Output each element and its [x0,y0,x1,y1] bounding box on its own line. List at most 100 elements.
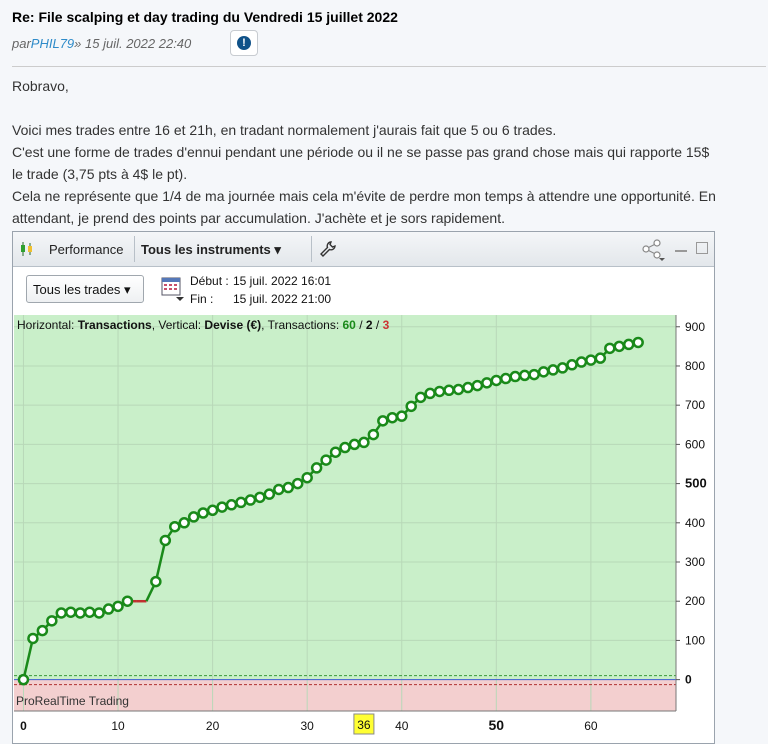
data-point [102,603,115,615]
data-point [462,381,474,394]
data-point [320,454,332,466]
data-point [282,481,295,494]
data-point [518,369,531,382]
data-point [414,391,427,404]
x-tick-label: 50 [489,717,505,733]
y-tick-label: 400 [685,516,705,530]
divider [12,66,766,67]
data-point [348,438,361,451]
brand-label: ProRealTime Trading [16,694,129,708]
toolbar-separator [311,236,312,262]
x-tick-label: 0 [20,719,27,733]
post-byline: par PHIL79 » 15 juil. 2022 22:40 [12,36,191,51]
start-label: Début : [190,274,229,288]
legend-total: 60 [342,318,356,332]
data-point [613,340,626,353]
calendar-icon[interactable] [161,275,185,301]
data-point [405,400,417,413]
legend-text: Horizontal: [17,318,78,332]
start-date: 15 juil. 2022 16:01 [233,274,332,288]
data-point [310,462,323,474]
x-tick-label: 10 [111,719,125,733]
legend-h-axis: Transactions [77,318,152,332]
data-point [377,415,389,427]
data-point [452,383,465,396]
data-point [254,491,266,504]
data-point [187,511,200,523]
data-point [273,483,285,496]
candlestick-icon [21,242,32,256]
data-point [36,624,49,637]
data-point [594,352,607,364]
data-point [585,354,597,366]
trades-filter-select[interactable]: Tous les trades ▾ [26,275,144,303]
data-point [443,384,455,397]
data-point [150,575,162,588]
y-tick-label: 0 [685,673,692,687]
data-point [225,499,238,511]
legend-v-axis: Devise (€) [204,318,262,332]
data-point [632,336,644,349]
body-line: Cela ne représente que 1/4 de ma journée… [12,188,716,204]
minimize-icon[interactable] [675,250,687,252]
legend-losses: 3 [382,318,390,332]
legend-neutral: 2 [365,318,373,332]
data-point [622,338,635,351]
body-line: le trade (3,75 pts à 4$ le pt). [12,166,188,182]
data-point [490,374,503,387]
data-point [329,446,342,458]
data-point [500,372,512,385]
data-point [481,377,493,389]
legend-text: , Vertical: [151,318,205,332]
post-date: » 15 juil. 2022 22:40 [74,36,192,51]
report-icon: ! [237,36,251,50]
data-point [509,370,521,383]
byline-prefix: par [12,36,31,51]
body-line: Voici mes trades entre 16 et 21h, en tra… [12,122,557,138]
end-date: 15 juil. 2022 21:00 [233,292,332,306]
data-point [83,606,96,618]
share-icon[interactable] [641,239,665,261]
data-point [471,379,484,392]
data-point [358,436,370,449]
y-tick-label: 100 [685,633,705,647]
data-point [301,471,313,484]
y-tick-label: 900 [685,320,705,334]
data-point [27,632,39,645]
data-point [17,673,30,686]
maximize-icon[interactable] [696,242,708,254]
toolbar-separator [134,236,135,262]
greeting: Robravo, [12,78,69,94]
legend-sep: / [372,318,383,332]
y-tick-label: 300 [685,555,705,569]
data-point [291,477,304,490]
y-tick-label: 500 [685,476,707,491]
data-point [112,600,124,613]
body-line: C'est une forme de trades d'ennui pendan… [12,144,710,160]
performance-chart[interactable]: 0 100 200 300 400 500 600 700 800 900 0 10 20 30 40 50 6… [13,315,714,744]
post-title[interactable]: Re: File scalping et day trading du Vend… [12,9,398,25]
window-title: Performance [49,242,124,257]
data-point [433,385,446,398]
report-button[interactable]: ! [230,30,258,56]
y-tick-label: 200 [685,594,705,608]
x-tick-label: 40 [395,719,409,733]
end-label: Fin : [190,292,214,306]
data-point [556,362,569,374]
data-point [386,411,399,424]
data-point [547,364,559,376]
instruments-dropdown[interactable]: Tous les instruments ▾ [141,242,281,258]
data-point [159,534,172,547]
body-line: attendant, je prend des points par accum… [12,210,505,226]
data-point [93,607,105,619]
x-tick-label: 30 [300,719,314,733]
data-point [169,520,181,533]
data-point [216,501,228,513]
wrench-icon[interactable] [319,240,337,258]
data-point [367,428,380,441]
author-link[interactable]: PHIL79 [31,36,74,51]
data-point [74,607,86,619]
window-toolbar: Performance Tous les instruments ▾ [13,232,714,267]
data-point [424,387,436,400]
data-point [178,517,190,529]
